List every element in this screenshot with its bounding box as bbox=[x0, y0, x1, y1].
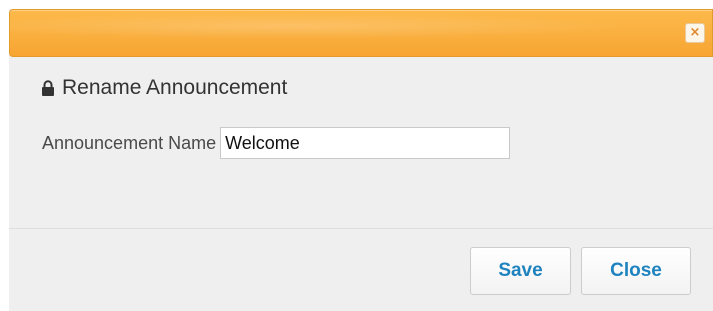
announcement-name-label: Announcement Name bbox=[42, 132, 217, 153]
titlebar-sheen bbox=[10, 10, 712, 56]
announcement-name-input[interactable] bbox=[220, 127, 511, 159]
close-icon[interactable]: × bbox=[685, 23, 705, 43]
dialog-titlebar[interactable] bbox=[9, 9, 713, 57]
close-button[interactable]: Close bbox=[581, 247, 691, 295]
dialog-title-text: Rename Announcement bbox=[62, 76, 288, 99]
save-button[interactable]: Save bbox=[470, 247, 571, 295]
lock-icon bbox=[41, 80, 55, 96]
dialog-title: Rename Announcement bbox=[41, 75, 287, 101]
rename-announcement-dialog: × Rename Announcement Announcement Name … bbox=[9, 9, 713, 311]
announcement-name-row: Announcement Name bbox=[42, 127, 511, 159]
